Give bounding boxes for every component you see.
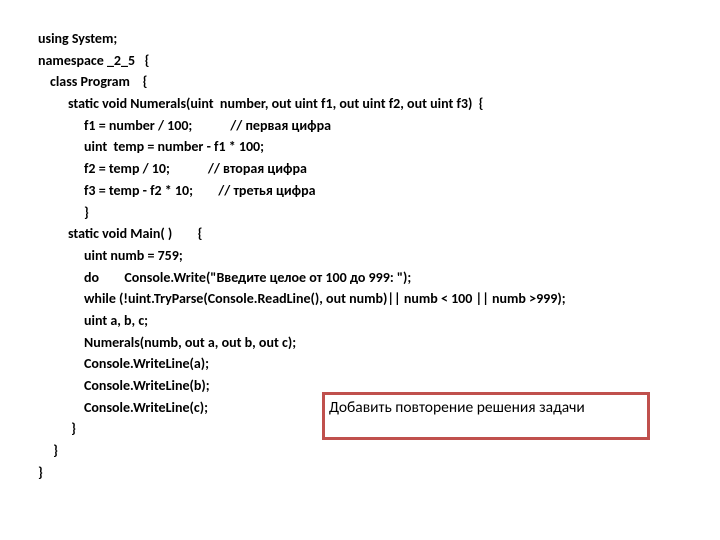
annotation-callout: Добавить повторение решения задачи [322, 392, 650, 440]
code-line: Numerals(numb, out a, out b, out c); [38, 332, 720, 354]
code-line: while (!uint.TryParse(Console.ReadLine()… [38, 288, 720, 310]
code-line: } [38, 202, 720, 224]
code-line: uint numb = 759; [38, 245, 720, 267]
code-line: Console.WriteLine(a); [38, 353, 720, 375]
code-line: f2 = temp / 10; // вторая цифра [38, 158, 720, 180]
code-line: uint a, b, c; [38, 310, 720, 332]
code-line: f1 = number / 100; // первая цифра [38, 115, 720, 137]
code-line: } [38, 440, 720, 462]
code-line: do Console.Write("Введите целое от 100 д… [38, 267, 720, 289]
code-line: namespace _2_5 { [38, 50, 720, 72]
code-line: f3 = temp - f2 * 10; // третья цифра [38, 180, 720, 202]
code-line: static void Numerals(uint number, out ui… [38, 93, 720, 115]
code-line: static void Main( ) { [38, 223, 720, 245]
code-line: using System; [38, 28, 720, 50]
code-line: uint temp = number - f1 * 100; [38, 136, 720, 158]
annotation-text: Добавить повторение решения задачи [329, 398, 585, 417]
code-line: } [38, 462, 720, 484]
code-line: class Program { [38, 71, 720, 93]
